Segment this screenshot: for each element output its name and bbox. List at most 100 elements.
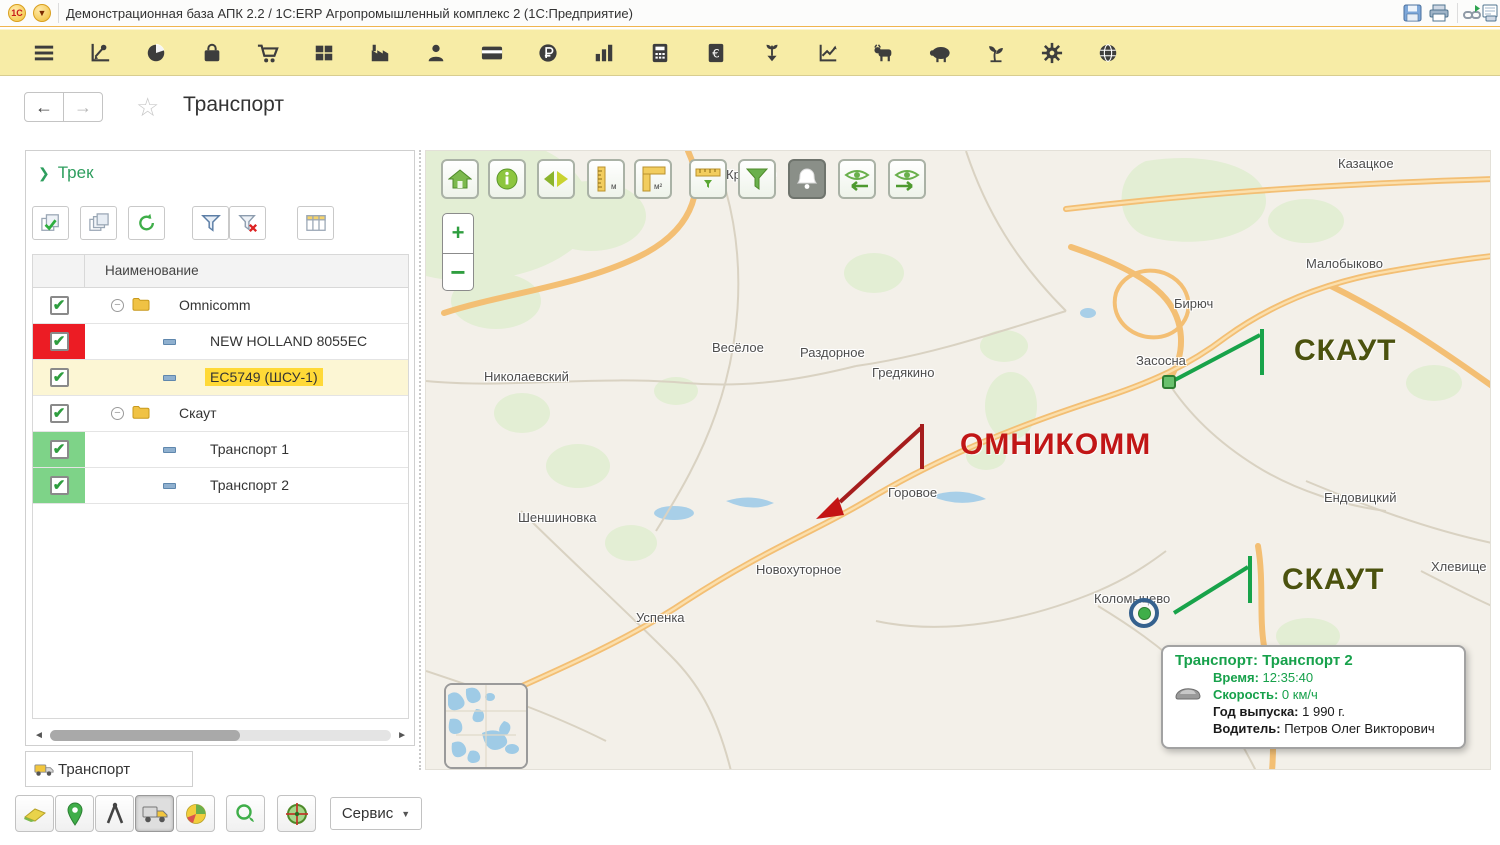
tooltip-title: Транспорт: Транспорт 2: [1175, 652, 1353, 669]
sprout-icon[interactable]: [968, 35, 1024, 71]
row-checkbox[interactable]: ✔: [49, 368, 69, 387]
place-label: Раздорное: [800, 345, 865, 360]
map-track-forward-button[interactable]: [888, 159, 926, 199]
1c-logo-icon[interactable]: 1С: [8, 4, 26, 22]
map-measure-area-button[interactable]: м²: [634, 159, 672, 199]
place-label: Ендовицкий: [1324, 490, 1397, 505]
gear-settings-icon[interactable]: [1024, 35, 1080, 71]
bank-card-icon[interactable]: [464, 35, 520, 71]
scrollbar-track[interactable]: [50, 730, 391, 741]
row-checkbox[interactable]: ✔: [49, 332, 69, 351]
globe-icon[interactable]: [1080, 35, 1136, 71]
pie-chart-icon[interactable]: [128, 35, 184, 71]
track-section-toggle[interactable]: ❯ Трек: [38, 163, 94, 183]
back-button[interactable]: ←: [24, 92, 64, 122]
scroll-left-icon[interactable]: ◄: [34, 730, 44, 741]
map-info-button[interactable]: [488, 159, 526, 199]
columns-settings-button[interactable]: [297, 206, 334, 240]
horizontal-scrollbar[interactable]: ◄ ►: [32, 729, 409, 743]
money-ruble-icon[interactable]: [520, 35, 576, 71]
zoom-out-button[interactable]: −: [443, 253, 473, 291]
vehicle-marker-selected[interactable]: [1129, 598, 1159, 628]
row-checkbox[interactable]: ✔: [49, 440, 69, 459]
map-track-back-button[interactable]: [838, 159, 876, 199]
map-measure-length-button[interactable]: м: [587, 159, 625, 199]
pig-icon[interactable]: [912, 35, 968, 71]
map-canvas[interactable]: Казацкое Малобыково Бирюч Засосна Весёло…: [425, 150, 1491, 770]
item-dash-icon: [163, 339, 176, 345]
show-transport-button[interactable]: [135, 795, 174, 832]
map-alerts-button[interactable]: [788, 159, 826, 199]
map-pan-button[interactable]: [537, 159, 575, 199]
track-back-eye-icon: [844, 170, 870, 192]
row-checkbox[interactable]: ✔: [49, 296, 69, 315]
row-checkbox[interactable]: ✔: [49, 476, 69, 495]
map-filter-button[interactable]: [738, 159, 776, 199]
checkbox-column-header[interactable]: [33, 255, 85, 287]
table-row-transport-1[interactable]: ✔ Транспорт 1: [33, 432, 408, 468]
measure-compass-button[interactable]: [95, 795, 134, 832]
info-icon: [496, 168, 518, 190]
show-placemarks-button[interactable]: [55, 795, 94, 832]
calculator-icon[interactable]: [632, 35, 688, 71]
purchases-bag-icon[interactable]: [184, 35, 240, 71]
place-label: Николаевский: [484, 369, 569, 384]
favorite-star-icon[interactable]: ☆: [136, 92, 159, 123]
collapse-icon[interactable]: −: [111, 407, 124, 420]
row-checkbox[interactable]: ✔: [49, 404, 69, 423]
place-label: Бирюч: [1174, 296, 1214, 311]
zoom-in-button[interactable]: +: [443, 214, 473, 252]
table-row-transport-2[interactable]: ✔ Транспорт 2: [33, 468, 408, 504]
table-row-group-skaut[interactable]: ✔ − Скаут: [33, 396, 408, 432]
check-all-button[interactable]: [32, 206, 69, 240]
collapse-icon[interactable]: −: [111, 299, 124, 312]
warehouse-grid-icon[interactable]: [296, 35, 352, 71]
forward-button[interactable]: →: [63, 92, 103, 122]
refresh-button[interactable]: [128, 206, 165, 240]
agro-planning-icon[interactable]: [800, 35, 856, 71]
name-column-header[interactable]: Наименование: [105, 263, 199, 278]
table-row-ec5749-selected[interactable]: ✔ EC5749 (ШСУ-1): [33, 360, 408, 396]
print-button[interactable]: [1427, 2, 1451, 24]
uncheck-all-button[interactable]: [80, 206, 117, 240]
vehicle-marker-square[interactable]: [1162, 375, 1176, 389]
columns-icon: [305, 215, 326, 231]
divider: [1457, 3, 1458, 23]
print-preview-button[interactable]: [1478, 2, 1500, 24]
clear-filter-button[interactable]: [229, 206, 266, 240]
home-icon: [448, 169, 472, 189]
panel-splitter[interactable]: [419, 150, 421, 770]
pan-arrows-icon: [544, 171, 568, 187]
cattle-cow-icon[interactable]: [856, 35, 912, 71]
locate-button[interactable]: [277, 795, 316, 832]
euro-finance-icon[interactable]: €: [688, 35, 744, 71]
checkbox-cell-green: ✔: [33, 468, 85, 503]
scroll-right-icon[interactable]: ►: [397, 730, 407, 741]
overview-minimap[interactable]: [444, 683, 528, 769]
set-filter-button[interactable]: [192, 206, 229, 240]
scrollbar-thumb[interactable]: [50, 730, 240, 741]
search-icon: [235, 803, 254, 822]
production-factory-icon[interactable]: [352, 35, 408, 71]
show-fields-button[interactable]: [15, 795, 54, 832]
main-menu-dropdown-icon[interactable]: ▼: [33, 4, 51, 22]
car-icon: [1175, 688, 1201, 700]
tab-transport[interactable]: Транспорт: [25, 751, 193, 787]
checkbox-cell-red: ✔: [33, 324, 85, 359]
show-chart-button[interactable]: [176, 795, 215, 832]
divider: [58, 3, 59, 23]
save-button[interactable]: [1400, 2, 1424, 24]
service-menu-button[interactable]: Сервис ▼: [330, 797, 422, 830]
search-button[interactable]: [226, 795, 265, 832]
menu-icon[interactable]: [16, 35, 72, 71]
table-row-new-holland[interactable]: ✔ NEW HOLLAND 8055EC: [33, 324, 408, 360]
map-measure-route-button[interactable]: [689, 159, 727, 199]
planning-icon[interactable]: [72, 35, 128, 71]
tooltip-row-driver: Водитель: Петров Олег Викторович: [1213, 721, 1435, 736]
table-row-group-omnicomm[interactable]: ✔ − Omnicomm: [33, 288, 408, 324]
hr-person-icon[interactable]: [408, 35, 464, 71]
sales-cart-icon[interactable]: [240, 35, 296, 71]
harvest-down-icon[interactable]: [744, 35, 800, 71]
bar-chart-icon[interactable]: [576, 35, 632, 71]
map-home-button[interactable]: [441, 159, 479, 199]
